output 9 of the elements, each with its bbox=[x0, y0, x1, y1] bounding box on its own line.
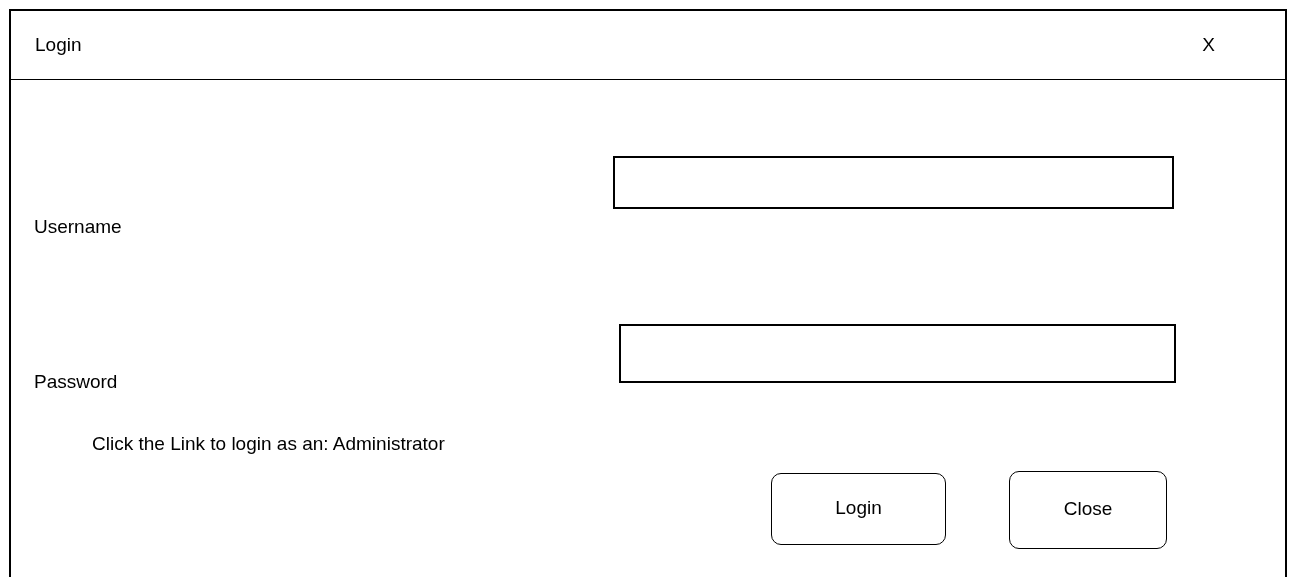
window-title: Login bbox=[35, 32, 82, 57]
close-button[interactable]: Close bbox=[1009, 470, 1167, 549]
close-button[interactable]: X bbox=[1202, 30, 1215, 60]
field-label: Username bbox=[34, 215, 122, 239]
admin-login-prompt: Click the Link to login as an: Administrator bbox=[92, 433, 445, 454]
input-field[interactable] bbox=[613, 156, 1174, 209]
login-button[interactable]: Login bbox=[771, 472, 946, 545]
input-field[interactable] bbox=[619, 323, 1176, 383]
field-label: Password bbox=[34, 369, 118, 394]
